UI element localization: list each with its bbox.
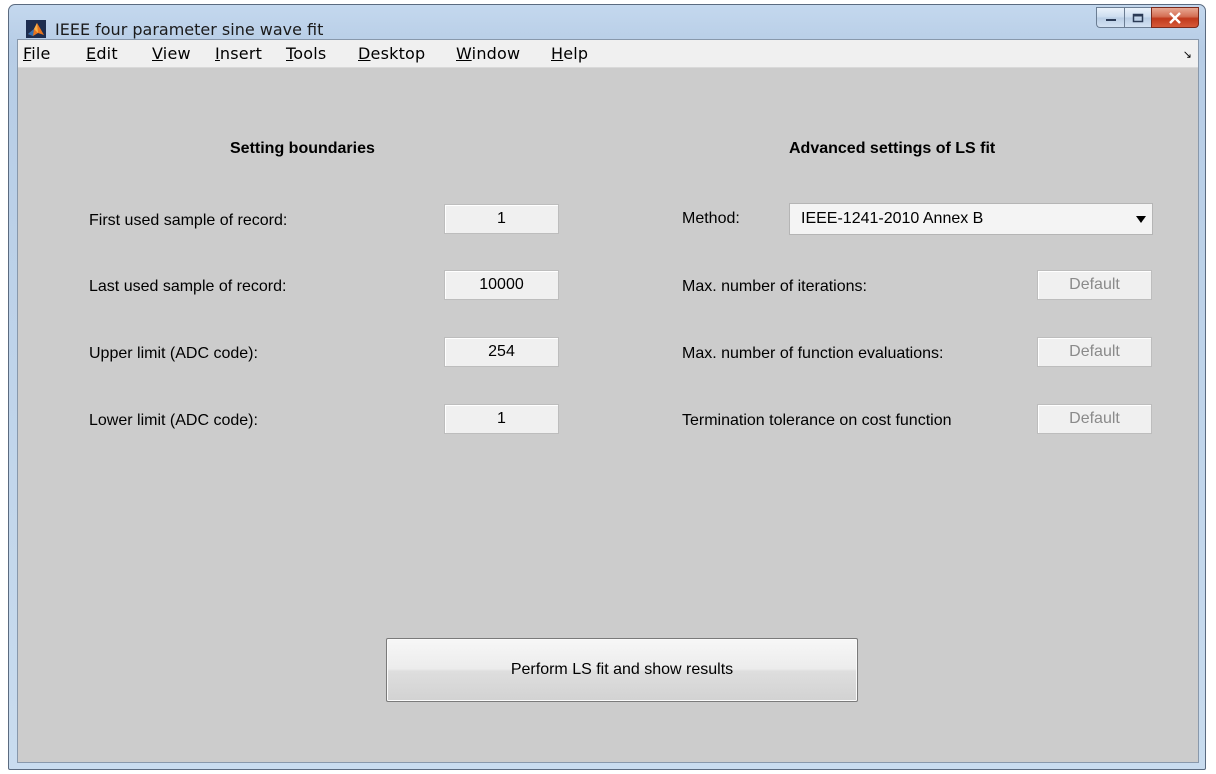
menu-edit[interactable]: Edit [86,44,118,63]
menu-bar: File Edit View Insert Tools Desktop Wind… [18,40,1198,68]
advanced-heading: Advanced settings of LS fit [789,140,996,157]
max-evaluations-field[interactable]: Default [1037,337,1152,367]
close-icon [1169,11,1181,24]
lower-limit-label: Lower limit (ADC code): [89,412,258,429]
perform-ls-fit-button[interactable]: Perform LS fit and show results [386,638,858,702]
window-controls [1096,7,1199,33]
max-iterations-label: Max. number of iterations: [682,278,867,295]
last-sample-field[interactable]: 10000 [444,270,559,300]
upper-limit-field[interactable]: 254 [444,337,559,367]
method-select[interactable]: IEEE-1241-2010 Annex B [789,203,1153,235]
window-title: IEEE four parameter sine wave fit [55,20,324,39]
upper-limit-label: Upper limit (ADC code): [89,345,258,362]
boundaries-heading: Setting boundaries [230,140,375,157]
title-bar[interactable]: IEEE four parameter sine wave fit [9,5,1205,43]
maximize-button[interactable] [1124,7,1151,28]
minimize-icon [1105,18,1116,21]
app-window: IEEE four parameter sine wave fit File E… [8,4,1206,770]
menu-desktop[interactable]: Desktop [358,44,425,63]
method-selected-value: IEEE-1241-2010 Annex B [801,210,984,227]
max-iterations-field[interactable]: Default [1037,270,1152,300]
minimize-button[interactable] [1096,7,1124,28]
last-sample-label: Last used sample of record: [89,278,287,295]
lower-limit-field[interactable]: 1 [444,404,559,434]
max-evaluations-label: Max. number of function evaluations: [682,345,944,362]
first-sample-field[interactable]: 1 [444,204,559,234]
menu-tools[interactable]: Tools [286,44,326,63]
menu-file[interactable]: File [23,44,51,63]
tolerance-field[interactable]: Default [1037,404,1152,434]
maximize-icon [1132,13,1144,22]
first-sample-label: First used sample of record: [89,212,288,229]
menu-insert[interactable]: Insert [215,44,262,63]
tolerance-label: Termination tolerance on cost function [682,412,952,429]
matlab-logo-icon [26,20,46,38]
dropdown-arrow-icon [1136,216,1146,223]
menu-window[interactable]: Window [456,44,520,63]
menu-help[interactable]: Help [551,44,588,63]
dock-arrow-icon[interactable]: ↘ [1183,48,1192,61]
figure-client-area: File Edit View Insert Tools Desktop Wind… [17,39,1199,763]
menu-view[interactable]: View [152,44,191,63]
method-label: Method: [682,210,740,227]
close-button[interactable] [1151,7,1199,28]
